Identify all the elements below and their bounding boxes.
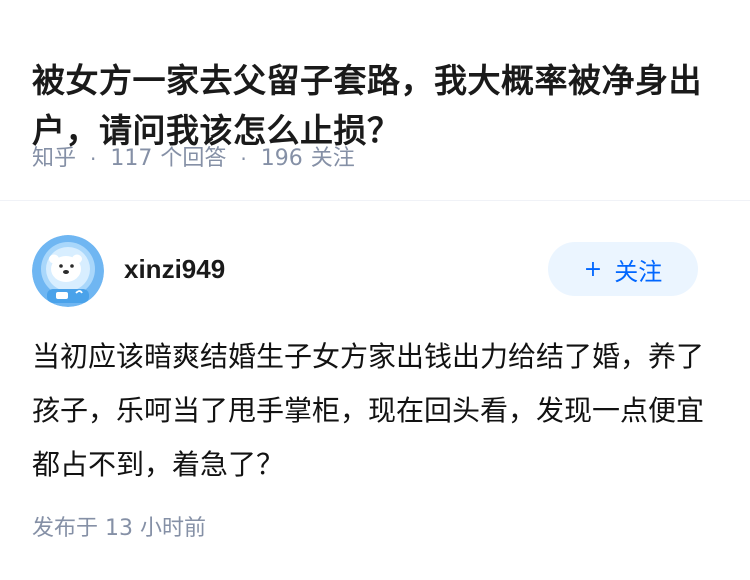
meta-separator: ·	[90, 147, 97, 171]
section-divider	[0, 200, 750, 201]
question-meta: 知乎 · 117 个回答 · 196 关注	[32, 144, 355, 174]
author-username[interactable]: xinzi949	[124, 252, 225, 286]
publish-time: 发布于 13 小时前	[32, 512, 206, 546]
polar-bear-astronaut-avatar-icon	[32, 235, 104, 307]
meta-separator: ·	[240, 147, 247, 171]
followers-label: 关注	[310, 146, 355, 171]
answers-label: 个回答	[160, 146, 227, 171]
followers-count: 196	[260, 146, 303, 171]
answer-content: 当初应该暗爽结婚生子女方家出钱出力给结了婚，养了孩子，乐呵当了甩手掌柜，现在回头…	[32, 340, 705, 481]
plus-icon: +	[583, 256, 603, 282]
answers-count: 117	[110, 146, 153, 171]
avatar[interactable]	[32, 235, 104, 307]
publish-time-value: 13 小时前	[105, 516, 207, 541]
follow-button-label: 关注	[614, 257, 663, 286]
source-label[interactable]: 知乎	[32, 144, 76, 174]
publish-label: 发布于	[32, 516, 99, 541]
question-title[interactable]: 被女方一家去父留子套路，我大概率被净身出户，请问我该怎么止损？	[32, 56, 722, 156]
follow-button[interactable]: + 关注	[548, 242, 698, 296]
